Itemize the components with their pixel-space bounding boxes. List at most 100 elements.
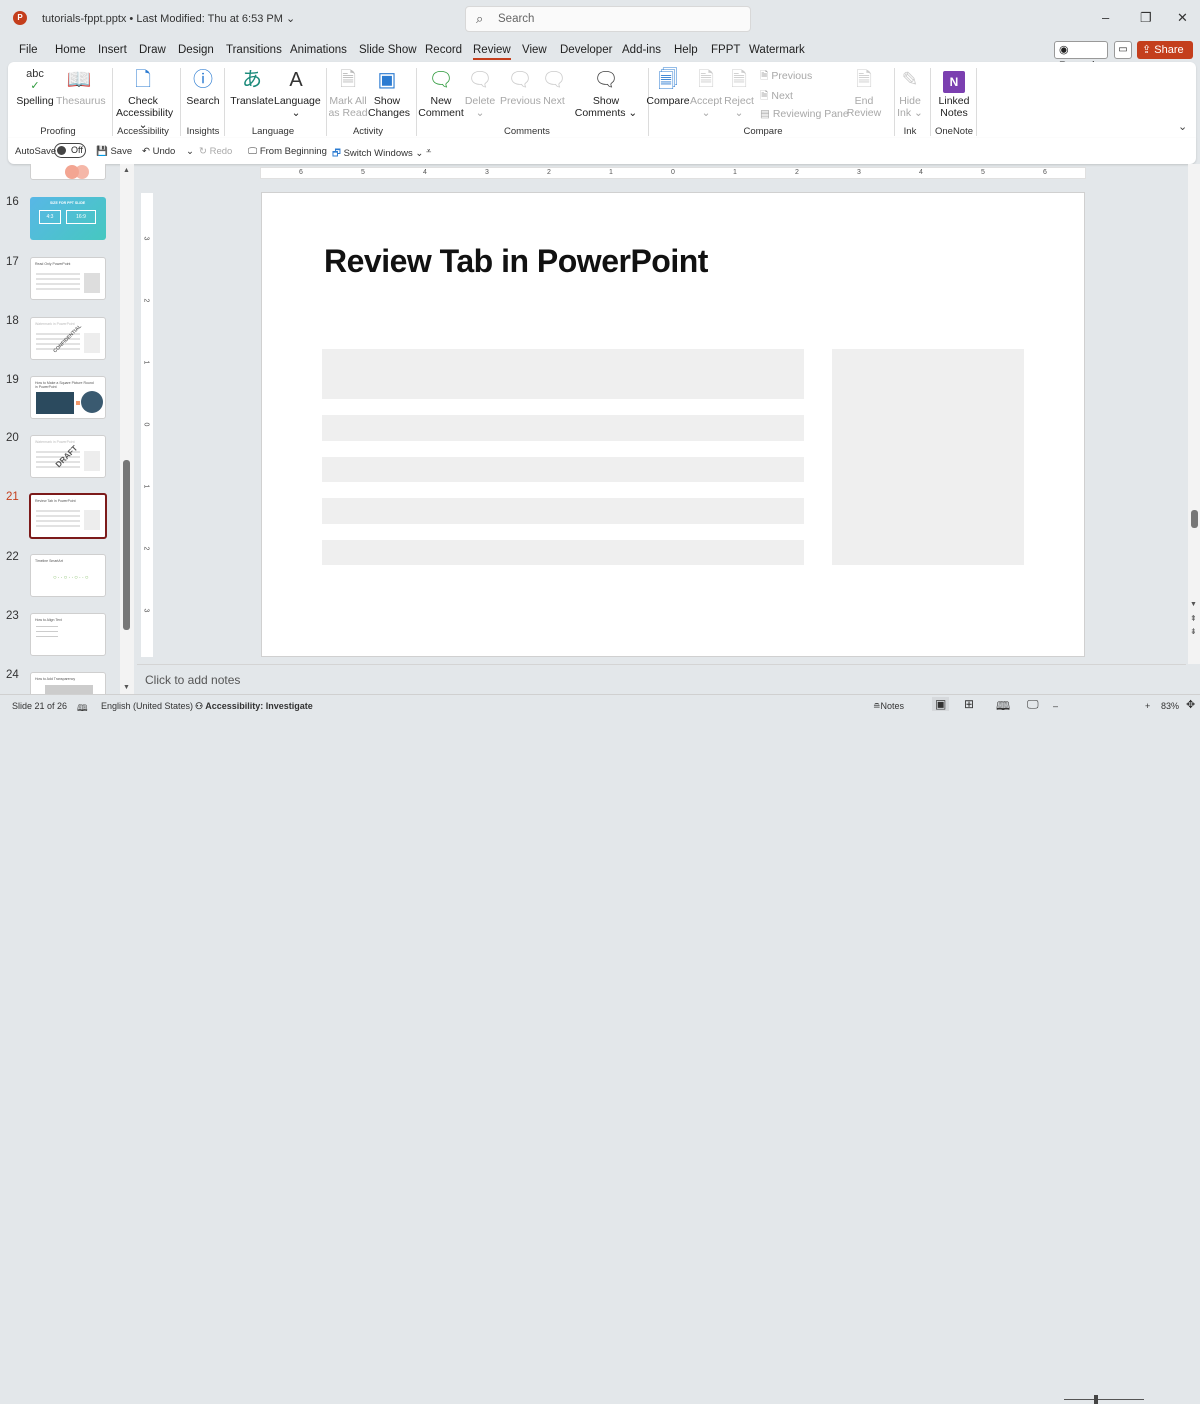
tab-transitions[interactable]: Transitions [226,44,282,56]
share-button[interactable]: ⇪ Share ⌄ [1137,41,1193,74]
tab-design[interactable]: Design [178,44,214,56]
delete-comment-button[interactable]: 🗨 Delete ⌄ [464,68,496,119]
record-button[interactable]: ◉ Record [1054,41,1108,72]
redo-button[interactable]: ↻ Redo [199,146,232,157]
tab-draw[interactable]: Draw [139,44,166,56]
zoom-slider-thumb[interactable] [1094,1395,1099,1404]
slide-scrollbar[interactable]: ▼ ⇞ ⇟ [1188,164,1200,664]
language-status[interactable]: English (United States) [101,701,193,711]
slide-show-icon[interactable]: 🖵 [1027,697,1039,712]
switch-windows-button[interactable]: 🗗 Switch Windows ⌄ [332,146,423,162]
slide-thumbnail[interactable]: Watermark in PowerPoint DRAFT [30,435,106,478]
reading-view-icon[interactable]: 🕮 [996,697,1010,718]
smart-lookup-icon: ⓘ [193,69,213,91]
undo-dropdown[interactable]: ⌄ [186,146,194,157]
close-button[interactable]: ✕ [1177,10,1188,26]
zoom-level[interactable]: 83% [1161,701,1179,711]
hide-ink-button[interactable]: ✎ Hide Ink ⌄ [894,68,926,119]
from-beginning-button[interactable]: 🖵 From Beginning [248,146,327,157]
comments-button[interactable]: ▭ [1114,41,1132,59]
slide-thumbnail[interactable]: How to Make a Square Picture Round in Po… [30,376,106,419]
spelling-button[interactable]: abc ✓ Spelling [16,68,54,107]
tab-help[interactable]: Help [674,44,698,56]
ruler-tick-label: 1 [609,169,613,176]
minimize-button[interactable]: – [1102,10,1109,25]
language-dropdown-chevron: ⌄ [291,107,301,119]
reviewing-pane-button[interactable]: ▤ Reviewing Pane [760,108,849,120]
reject-label: Reject [724,95,754,107]
thesaurus-label: Thesaurus [56,95,106,107]
tab-animations[interactable]: Animations [290,44,347,56]
previous-change-button[interactable]: 🗎 Previous [760,68,812,86]
search-icon: ⌕ [476,11,484,26]
show-changes-button[interactable]: ▣ Show Changes [368,68,410,119]
fit-to-window-icon[interactable]: ✥ [1186,698,1195,711]
translate-button[interactable]: あ Translate [230,68,274,107]
slide-thumbnail[interactable]: How to Add Transparency [30,672,106,694]
onenote-icon: N [934,68,974,93]
notes-pane[interactable]: Click to add notes [137,664,1186,694]
accessibility-status[interactable]: ⚇ Accessibility: Investigate [195,701,313,712]
new-comment-button[interactable]: 🗨 New Comment [418,68,464,119]
tab-view[interactable]: View [522,44,547,56]
tab-add-ins[interactable]: Add-ins [622,44,661,56]
compare-button[interactable]: 🗐 Compare [646,68,690,107]
undo-button[interactable]: ↶ Undo [142,146,175,157]
tab-insert[interactable]: Insert [98,44,127,56]
linked-notes-button[interactable]: N Linked Notes [934,68,974,119]
tab-slide-show[interactable]: Slide Show [359,44,417,56]
zoom-slider[interactable] [1064,1399,1144,1400]
reject-button[interactable]: 🗎 Reject ⌄ [724,68,754,119]
slide-thumbnail[interactable] [30,164,106,180]
scroll-down-arrow-icon[interactable]: ▼ [123,684,130,691]
tab-file[interactable]: File [19,44,38,56]
language-button[interactable]: A Language ⌄ [274,68,321,119]
tab-home[interactable]: Home [55,44,86,56]
previous-slide-icon[interactable]: ⇞ [1190,614,1197,623]
show-comments-button[interactable]: 🗨 Show Comments ⌄ [574,68,638,119]
zoom-out-button[interactable]: – [1053,701,1058,711]
slide-thumbnail[interactable]: Watermark in PowerPoint CONFIDENTIAL [30,317,106,360]
scroll-up-arrow-icon[interactable]: ▲ [123,167,130,174]
slide-thumbnail[interactable]: Read Only PowerPoint [30,257,106,300]
collapse-ribbon-chevron-icon[interactable]: ⌄ [1178,120,1187,133]
restore-button[interactable]: ❐ [1140,10,1152,26]
slide-thumbnail[interactable]: Timeline SmartArt ○··○··○··○ [30,554,106,597]
thumbnail-scrollbar-thumb[interactable] [123,460,130,630]
tab-record[interactable]: Record [425,44,462,56]
slide-thumbnail[interactable]: SIZE FOR PPT SLIDE 4:3 16:9 [30,197,106,240]
slide-scrollbar-thumb[interactable] [1191,510,1198,528]
slide-thumbnail[interactable]: How to Align Text [30,613,106,656]
scroll-down-arrow-icon[interactable]: ▼ [1190,601,1197,608]
tab-fppt[interactable]: FPPT [711,44,740,56]
previous-comment-button[interactable]: 🗨 Previous [500,68,541,107]
slide-thumbnail-current[interactable]: Review Tab in PowerPoint [29,493,107,539]
search-input[interactable]: ⌕ Search [465,6,751,32]
end-review-button[interactable]: 🗎 End Review [844,68,884,119]
next-comment-button[interactable]: 🗨 Next [540,68,568,107]
thesaurus-button[interactable]: 📖 Thesaurus [56,68,106,107]
save-button[interactable]: 💾 Save [96,146,132,157]
autosave-toggle[interactable]: Off [54,143,86,158]
slide-sorter-icon[interactable]: ⊞ [964,697,974,711]
accept-button[interactable]: 🗎 Accept ⌄ [690,68,722,119]
customize-qat-icon[interactable]: ⩡ [426,146,431,157]
normal-view-icon[interactable]: ▣ [932,697,950,711]
search-insights-button[interactable]: ⓘ Search [184,68,222,107]
tab-review[interactable]: Review [473,44,511,60]
zoom-in-button[interactable]: + [1145,701,1150,711]
next-change-button[interactable]: 🗎 Next [760,88,793,106]
mark-all-as-read-button[interactable]: 🗎 Mark All as Read [328,68,368,119]
ruler-tick-label: 3 [142,236,150,241]
next-slide-icon[interactable]: ⇟ [1190,627,1197,636]
document-title[interactable]: tutorials-fppt.pptx • Last Modified: Thu… [42,12,295,25]
spelling-check-icon[interactable]: 🕮 [77,701,88,717]
slide-canvas[interactable]: Review Tab in PowerPoint [261,192,1085,657]
group-label-accessibility: Accessibility [117,126,169,137]
slide-title[interactable]: Review Tab in PowerPoint [324,243,708,280]
thesaurus-icon: 📖 [66,69,92,91]
tab-developer[interactable]: Developer [560,44,612,56]
check-accessibility-button[interactable]: 🗋 Check Accessibility ⌄ [116,68,173,131]
tab-watermark[interactable]: Watermark [749,44,805,56]
notes-toggle-button[interactable]: ≘Notes [873,701,904,712]
